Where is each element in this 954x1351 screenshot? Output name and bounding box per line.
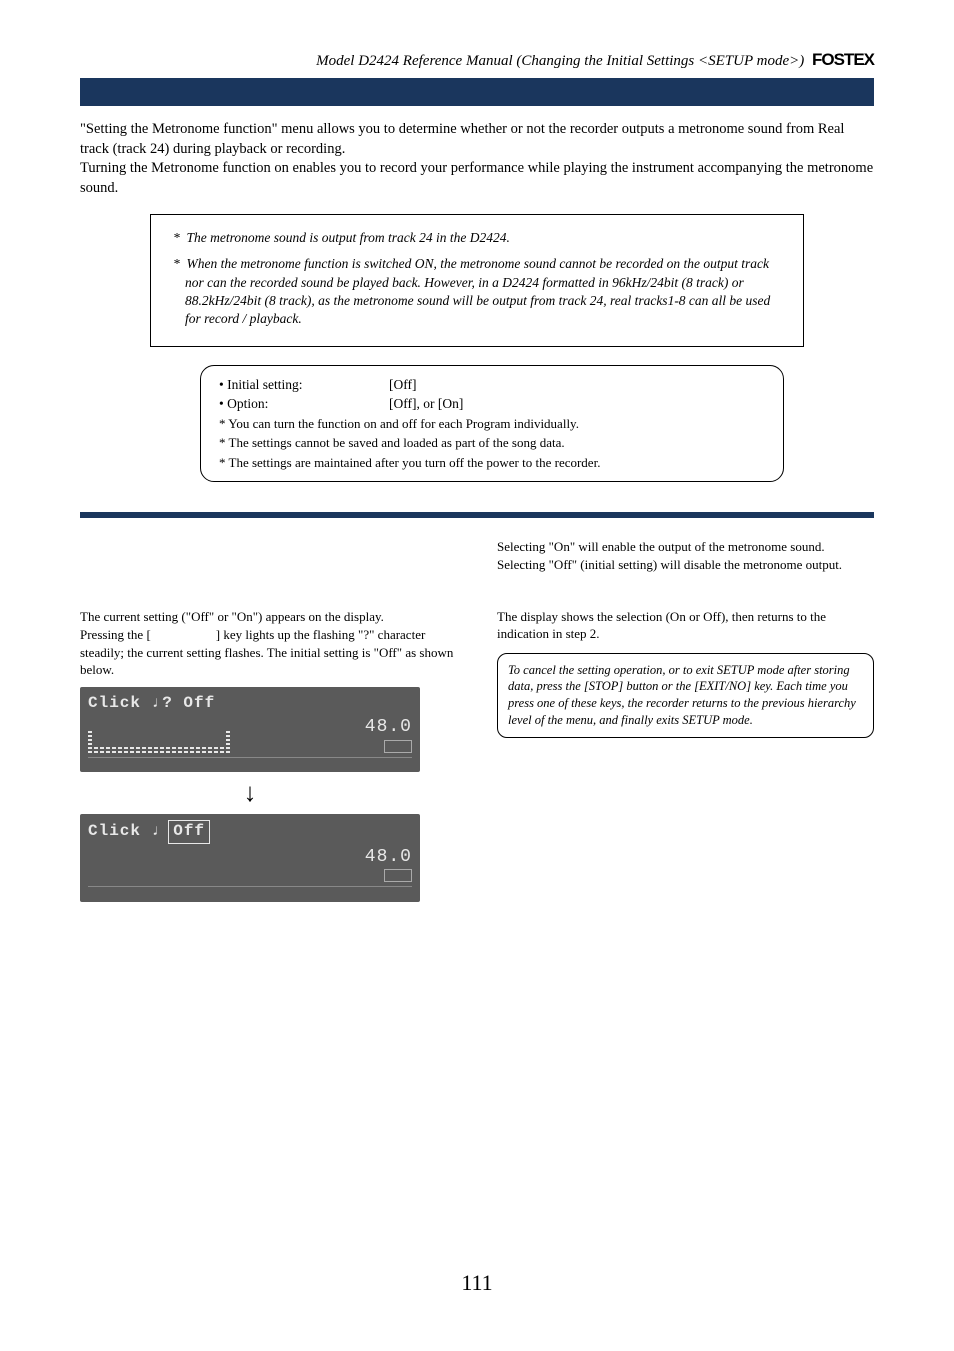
note-box: * The metronome sound is output from tra… <box>150 214 804 347</box>
lcd2-text-boxed: Off <box>168 820 210 844</box>
lcd2-scale <box>88 886 412 897</box>
cancel-note-box: To cancel the setting operation, or to e… <box>497 653 874 739</box>
lcd-display-1: Click ♩? Off 48.0 <box>80 687 420 772</box>
arrow-down-icon: ↓ <box>230 780 270 806</box>
cancel-note-text: To cancel the setting operation, or to e… <box>508 663 856 728</box>
note-item-2: * When the metronome function is switche… <box>167 255 787 328</box>
header-breadcrumb: Model D2424 Reference Manual (Changing t… <box>316 53 804 69</box>
lcd1-small-box <box>384 740 412 753</box>
note-item-1: * The metronome sound is output from tra… <box>167 229 787 247</box>
brand-logo: FOSTEX <box>812 50 874 69</box>
initial-setting-label: • Initial setting: <box>219 376 389 394</box>
lcd1-level-meter <box>88 727 230 753</box>
lcd1-scale <box>88 757 412 768</box>
right-column: Selecting "On" will enable the output of… <box>497 538 874 909</box>
lcd2-rate-area: 48.0 <box>365 848 412 883</box>
option-value: [Off], or [On] <box>389 395 463 413</box>
left-paragraph-1: The current setting ("Off" or "On") appe… <box>80 608 457 626</box>
settings-note-3: * The settings are maintained after you … <box>219 454 765 472</box>
header: Model D2424 Reference Manual (Changing t… <box>80 50 874 70</box>
settings-note-2: * The settings cannot be saved and loade… <box>219 434 765 452</box>
settings-note-1: * You can turn the function on and off f… <box>219 415 765 433</box>
lcd2-rate-value: 48.0 <box>365 848 412 868</box>
settings-box: • Initial setting: [Off] • Option: [Off]… <box>200 365 784 482</box>
intro-paragraph-1: "Setting the Metronome function" menu al… <box>80 121 844 157</box>
right-paragraph-1: Selecting "On" will enable the output of… <box>497 538 874 573</box>
intro-block: "Setting the Metronome function" menu al… <box>80 120 874 198</box>
left-column: The current setting ("Off" or "On") appe… <box>80 538 457 909</box>
lcd1-rate-value: 48.0 <box>365 718 412 738</box>
section-title-band <box>80 78 874 106</box>
right-paragraph-2: The display shows the selection (On or O… <box>497 608 874 643</box>
left-paragraph-2: Pressing the [ ] key lights up the flash… <box>80 626 457 679</box>
lcd-display-2: Click ♩ Off 48.0 <box>80 814 420 901</box>
lcd2-text-pre: Click ♩ <box>88 821 162 843</box>
intro-paragraph-2: Turning the Metronome function on enable… <box>80 160 873 196</box>
lcd1-text: Click ♩? Off <box>88 693 412 715</box>
lcd2-small-box <box>384 869 412 882</box>
subsection-band <box>80 512 874 518</box>
page-number: 111 <box>80 1270 874 1296</box>
initial-setting-value: [Off] <box>389 376 417 394</box>
option-label: • Option: <box>219 395 389 413</box>
lcd1-rate-area: 48.0 <box>365 718 412 753</box>
